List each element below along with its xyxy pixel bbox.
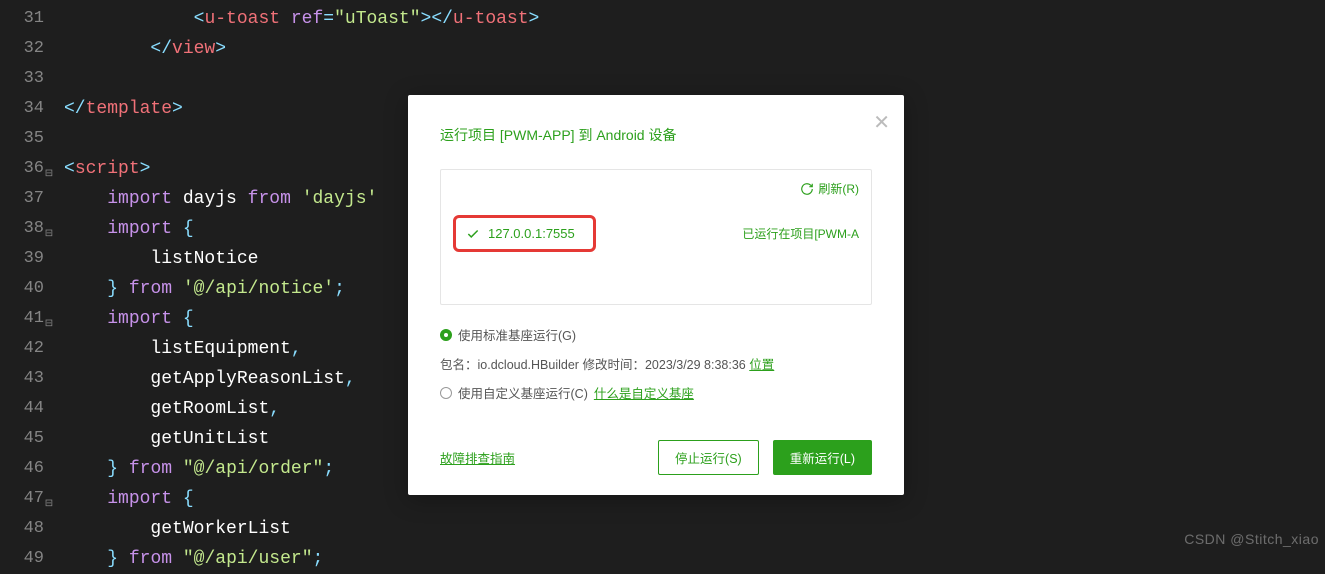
line-number: 31 xyxy=(0,4,44,34)
line-number: 37 xyxy=(0,184,44,214)
watermark: CSDN @Stitch_xiao xyxy=(1184,531,1319,547)
fold-icon[interactable]: ⊟ xyxy=(44,490,54,520)
option-standard[interactable]: 使用标准基座运行(G) xyxy=(440,325,872,344)
refresh-icon xyxy=(800,182,814,196)
pkg-label: 包名： xyxy=(440,358,478,372)
line-number: 49 xyxy=(0,544,44,574)
refresh-button[interactable]: 刷新(R) xyxy=(453,180,859,197)
line-number: 38⊟ xyxy=(0,214,44,244)
dialog-title: 运行项目 [PWM-APP] 到 Android 设备 xyxy=(440,125,904,145)
stop-button[interactable]: 停止运行(S) xyxy=(658,440,759,475)
device-list: 刷新(R) 127.0.0.1:7555 已运行在项目[PWM-A xyxy=(440,169,872,305)
mod-time: 2023/3/29 8:38:36 xyxy=(645,358,746,372)
line-number: 36⊟ xyxy=(0,154,44,184)
line-number: 45 xyxy=(0,424,44,454)
device-address: 127.0.0.1:7555 xyxy=(488,226,575,241)
line-number: 42 xyxy=(0,334,44,364)
what-is-custom-link[interactable]: 什么是自定义基座 xyxy=(594,383,694,402)
fold-icon[interactable]: ⊟ xyxy=(44,220,54,250)
dialog-footer: 故障排查指南 停止运行(S) 重新运行(L) xyxy=(440,440,872,475)
run-dialog: ✕ 运行项目 [PWM-APP] 到 Android 设备 刷新(R) 127.… xyxy=(408,95,904,495)
check-icon xyxy=(466,227,480,241)
rerun-button[interactable]: 重新运行(L) xyxy=(773,440,872,475)
line-number: 33 xyxy=(0,64,44,94)
line-number: 32 xyxy=(0,34,44,64)
line-number: 48 xyxy=(0,514,44,544)
location-link[interactable]: 位置 xyxy=(749,358,774,372)
line-number: 41⊟ xyxy=(0,304,44,334)
option-custom[interactable]: 使用自定义基座运行(C) 什么是自定义基座 xyxy=(440,383,872,402)
device-row[interactable]: 127.0.0.1:7555 已运行在项目[PWM-A xyxy=(453,215,859,252)
pkg-name: io.dcloud.HBuilder xyxy=(478,358,579,372)
radio-checked-icon[interactable] xyxy=(440,329,452,341)
line-number: 34 xyxy=(0,94,44,124)
line-number: 40 xyxy=(0,274,44,304)
troubleshoot-link[interactable]: 故障排查指南 xyxy=(440,448,515,467)
line-number: 44 xyxy=(0,394,44,424)
fold-icon[interactable]: ⊟ xyxy=(44,310,54,340)
mod-label: 修改时间： xyxy=(582,358,645,372)
option-standard-label: 使用标准基座运行(G) xyxy=(458,325,576,344)
line-number: 46 xyxy=(0,454,44,484)
line-number: 35 xyxy=(0,124,44,154)
run-options: 使用标准基座运行(G) 包名：io.dcloud.HBuilder 修改时间：2… xyxy=(440,325,872,402)
fold-icon[interactable]: ⊟ xyxy=(44,160,54,190)
line-number: 43 xyxy=(0,364,44,394)
radio-unchecked-icon[interactable] xyxy=(440,387,452,399)
gutter: 31 32 33 34 35 36⊟ 37 38⊟ 39 40 41⊟ 42 4… xyxy=(0,0,52,551)
line-number: 39 xyxy=(0,244,44,274)
package-info: 包名：io.dcloud.HBuilder 修改时间：2023/3/29 8:3… xyxy=(440,354,872,373)
device-status: 已运行在项目[PWM-A xyxy=(742,225,859,242)
close-icon[interactable]: ✕ xyxy=(873,113,890,133)
option-custom-label: 使用自定义基座运行(C) xyxy=(458,383,588,402)
line-number: 47⊟ xyxy=(0,484,44,514)
device-chip[interactable]: 127.0.0.1:7555 xyxy=(453,215,596,252)
refresh-label: 刷新(R) xyxy=(818,180,859,197)
